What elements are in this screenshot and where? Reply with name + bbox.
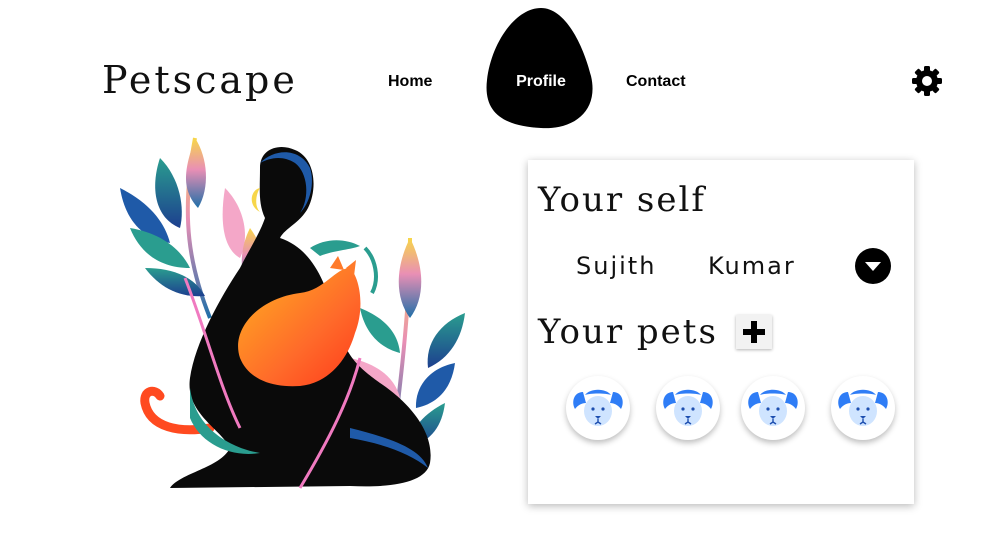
profile-blob-shape <box>486 8 593 129</box>
nav-profile-tab[interactable]: Profile <box>485 6 595 130</box>
dog-icon <box>748 389 798 426</box>
brand-logo[interactable]: Petscape <box>102 58 298 102</box>
gear-icon[interactable] <box>911 65 943 97</box>
chevron-down-icon[interactable] <box>855 248 891 284</box>
nav-contact-link[interactable]: Contact <box>626 73 686 91</box>
your-pets-heading: Your pets <box>538 312 718 352</box>
profile-card: Your self Sujith Kumar Your pets <box>528 160 914 504</box>
nav-profile-label: Profile <box>516 73 566 90</box>
first-name-field[interactable]: Sujith <box>576 252 656 280</box>
dog-icon <box>838 389 888 426</box>
nav-home-link[interactable]: Home <box>388 73 432 91</box>
dog-icon <box>663 389 713 426</box>
your-self-heading: Your self <box>538 180 706 220</box>
pet-avatar[interactable] <box>656 376 720 440</box>
pet-avatar[interactable] <box>566 376 630 440</box>
last-name-field[interactable]: Kumar <box>708 252 796 280</box>
pet-avatar[interactable] <box>831 376 895 440</box>
woman-with-cat-illustration <box>120 137 465 489</box>
plus-icon[interactable] <box>736 315 772 349</box>
pet-avatar[interactable] <box>741 376 805 440</box>
dog-icon <box>573 389 623 426</box>
